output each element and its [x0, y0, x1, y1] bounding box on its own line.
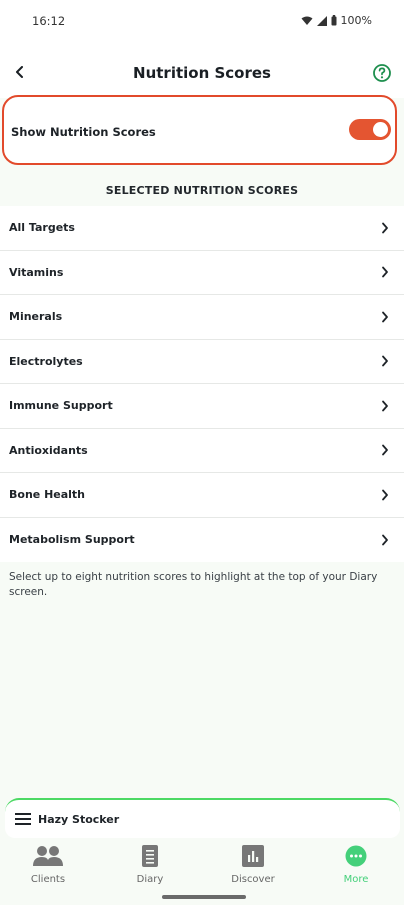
chevron-right-icon: [382, 489, 388, 501]
show-scores-label: Show Nutrition Scores: [11, 125, 156, 139]
chevron-right-icon: [382, 311, 388, 323]
clients-icon: [33, 846, 63, 866]
list-item-minerals[interactable]: Minerals: [0, 295, 404, 340]
page-title: Nutrition Scores: [133, 64, 271, 82]
status-bar: 16:12 100%: [0, 0, 404, 42]
list-item-label: Metabolism Support: [9, 533, 135, 547]
signal-icon: [316, 15, 327, 26]
tab-clients[interactable]: Clients: [8, 844, 88, 885]
list-item-antioxidants[interactable]: Antioxidants: [0, 429, 404, 473]
list-item-bone-health[interactable]: Bone Health: [0, 473, 404, 518]
help-text: Select up to eight nutrition scores to h…: [9, 571, 378, 598]
tab-label: Discover: [231, 874, 275, 885]
chevron-right-icon: [382, 444, 388, 456]
client-bottom-sheet[interactable]: Hazy Stocker: [5, 798, 400, 838]
battery-percent: 100%: [340, 14, 372, 27]
list-item-label: Immune Support: [9, 399, 113, 413]
tab-label: Diary: [136, 874, 164, 885]
wifi-icon: [301, 16, 313, 25]
show-scores-toggle[interactable]: [349, 119, 391, 140]
list-item-label: Vitamins: [9, 265, 64, 279]
home-indicator[interactable]: [162, 895, 246, 899]
more-icon: [345, 845, 367, 867]
chevron-right-icon: [382, 400, 388, 412]
diary-icon: [142, 845, 158, 867]
show-scores-card: Show Nutrition Scores: [2, 95, 397, 165]
status-time: 16:12: [32, 14, 66, 28]
list-item-label: Minerals: [9, 310, 63, 324]
list-item-immune-support[interactable]: Immune Support: [0, 384, 404, 429]
help-icon[interactable]: [372, 63, 392, 83]
section-title: SELECTED NUTRITION SCORES: [105, 184, 299, 197]
list-item-label: Antioxidants: [9, 443, 88, 457]
list-item-vitamins[interactable]: Vitamins: [0, 251, 404, 295]
list-item-all-targets[interactable]: All Targets: [0, 206, 404, 251]
tab-discover[interactable]: Discover: [213, 844, 293, 885]
nutrition-score-list: All Targets Vitamins Minerals Electrolyt…: [0, 206, 404, 562]
tab-diary[interactable]: Diary: [110, 844, 190, 885]
chevron-right-icon: [382, 534, 388, 546]
battery-icon: [331, 15, 337, 26]
chevron-right-icon: [382, 222, 388, 234]
bottom-tab-bar: Clients Diary Discover More: [0, 838, 404, 905]
menu-icon: [15, 813, 31, 825]
app-header: Nutrition Scores: [0, 42, 404, 98]
tab-more[interactable]: More: [316, 844, 396, 885]
list-item-electrolytes[interactable]: Electrolytes: [0, 340, 404, 384]
chevron-right-icon: [382, 266, 388, 278]
list-item-metabolism-support[interactable]: Metabolism Support: [0, 518, 404, 563]
list-item-label: Electrolytes: [9, 354, 83, 368]
status-icons: 100%: [301, 14, 372, 27]
discover-icon: [242, 845, 264, 867]
chevron-right-icon: [382, 355, 388, 367]
client-name: Hazy Stocker: [38, 813, 120, 826]
list-item-label: All Targets: [9, 221, 75, 235]
tab-label: More: [343, 874, 369, 885]
toggle-knob: [373, 122, 388, 137]
tab-label: Clients: [30, 874, 66, 885]
list-item-label: Bone Health: [9, 488, 86, 502]
